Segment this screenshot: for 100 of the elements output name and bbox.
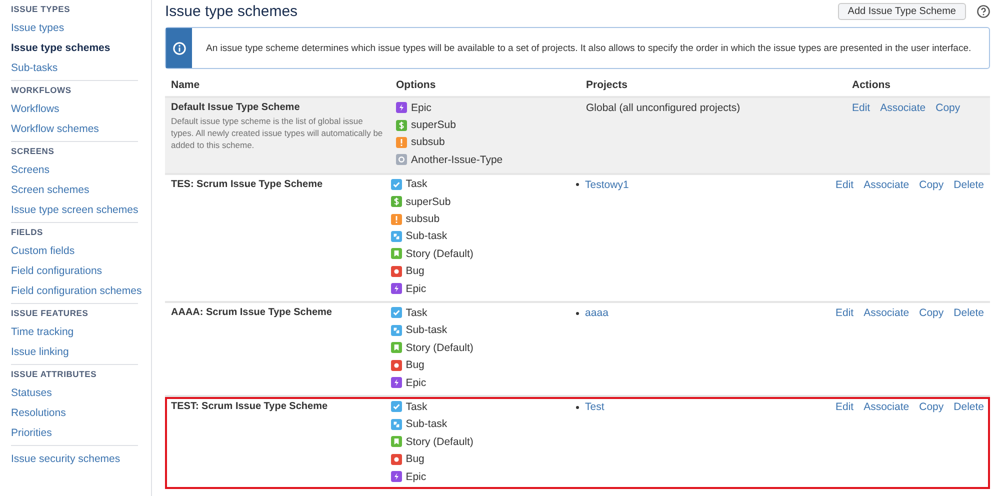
sidebar-link[interactable]: Resolutions	[11, 403, 138, 423]
action-link[interactable]: Associate	[864, 401, 910, 414]
sidebar-link[interactable]: Screen schemes	[11, 180, 138, 200]
sidebar-link[interactable]: Issue security schemes	[11, 449, 138, 469]
sidebar-link[interactable]: Sub-tasks	[11, 58, 138, 78]
issue-type-label: Sub-task	[406, 230, 448, 242]
scheme-name: TEST: Scrum Issue Type Scheme	[171, 401, 329, 412]
bookmark-icon	[390, 248, 402, 260]
issue-type-label: Task	[406, 178, 428, 190]
issue-type-label: Story (Default)	[406, 436, 474, 448]
issue-type-label: superSub	[406, 196, 451, 208]
sidebar-link[interactable]: Issue type schemes	[11, 38, 138, 58]
action-link[interactable]: Copy	[919, 178, 944, 191]
section-heading: WORKFLOWS	[11, 84, 72, 97]
issue-type-label: Bug	[406, 265, 424, 278]
issue-type-label: subsub	[411, 136, 445, 148]
section-heading: ISSUE ATTRIBUTES	[11, 368, 98, 381]
action-link[interactable]: Copy	[919, 307, 944, 320]
checkmark-icon	[390, 178, 402, 190]
sidebar-link[interactable]: Issue linking	[11, 342, 138, 362]
sidebar-link[interactable]: Workflow schemes	[11, 119, 138, 139]
lightning-icon	[396, 102, 407, 114]
project-link[interactable]: aaaa	[585, 307, 608, 320]
bullet-icon	[576, 183, 580, 186]
sidebar-link[interactable]: Issue types	[11, 18, 138, 38]
checkmark-icon	[390, 307, 402, 318]
scheme-name: AAAA: Scrum Issue Type Scheme	[171, 307, 333, 318]
section-heading: FIELDS	[11, 226, 44, 239]
bookmark-icon	[390, 436, 402, 448]
issue-type-label: subsub	[406, 213, 440, 226]
action-link[interactable]: Edit	[836, 307, 854, 320]
sidebar-link[interactable]: Statuses	[11, 383, 138, 403]
action-link[interactable]: Associate	[880, 102, 926, 114]
scheme-description: Default issue type scheme is the list of global issue types. All newly created issue types will automatically be added to this scheme.	[171, 115, 384, 151]
issue-type-label: Epic	[406, 470, 426, 482]
sidebar-link[interactable]: Priorities	[11, 423, 138, 443]
issue-type-label: Epic	[411, 102, 432, 114]
issue-type-label: Task	[406, 400, 428, 413]
action-link[interactable]: Copy	[936, 102, 960, 114]
circle-icon	[396, 154, 407, 166]
issue-type-label: Story (Default)	[406, 248, 474, 260]
bullet-icon	[576, 312, 580, 315]
sidebar-link[interactable]: Issue type screen schemes	[11, 200, 138, 220]
action-link[interactable]: Associate	[864, 307, 910, 320]
issue-type-label: Sub-task	[406, 418, 448, 430]
issue-type-label: Bug	[406, 453, 424, 466]
sidebar-link[interactable]: Screens	[11, 160, 138, 180]
action-link[interactable]: Edit	[852, 102, 870, 114]
sidebar-link[interactable]: Time tracking	[11, 322, 138, 342]
dollar-icon	[390, 196, 402, 208]
column-header: Actions	[852, 79, 892, 91]
project-link[interactable]: Testowy1	[585, 178, 629, 191]
sidebar-link[interactable]: Field configurations	[11, 261, 138, 281]
column-header: Projects	[586, 79, 628, 91]
issue-type-label: Bug	[406, 359, 424, 372]
exclamation-icon	[390, 214, 402, 225]
action-link[interactable]: Edit	[836, 178, 854, 191]
scheme-name: Default Issue Type Scheme	[171, 102, 301, 113]
issue-type-label: Another-Issue-Type	[411, 154, 503, 166]
action-link[interactable]: Delete	[954, 307, 984, 320]
action-link[interactable]: Copy	[919, 401, 944, 414]
scheme-name: TES: Scrum Issue Type Scheme	[171, 178, 324, 190]
section-heading: ISSUE TYPES	[11, 3, 72, 16]
dollar-icon	[396, 120, 407, 131]
section-heading: ISSUE FEATURES	[11, 307, 90, 320]
bullet-icon	[576, 406, 580, 409]
subtask-icon	[390, 230, 402, 242]
action-link[interactable]: Edit	[836, 401, 854, 414]
projects-text: Global (all unconfigured projects)	[586, 102, 742, 114]
subtask-icon	[390, 418, 402, 430]
action-link[interactable]: Associate	[864, 178, 910, 191]
column-header: Options	[396, 79, 437, 91]
bug-icon	[390, 360, 402, 371]
page-title: Issue type schemes	[165, 2, 298, 20]
help-icon[interactable]	[977, 4, 990, 18]
subtask-icon	[390, 324, 402, 336]
action-link[interactable]: Delete	[954, 178, 984, 191]
sidebar-link[interactable]: Custom fields	[11, 241, 138, 261]
section-heading: SCREENS	[11, 145, 56, 158]
checkmark-icon	[390, 401, 402, 412]
sidebar-link[interactable]: Workflows	[11, 99, 138, 119]
bug-icon	[390, 454, 402, 465]
issue-type-label: Epic	[406, 376, 426, 389]
lightning-icon	[390, 283, 402, 294]
info-icon	[172, 42, 186, 54]
info-text: An issue type scheme determines which issue types will be available to a set of projects. It also allows to specify the order in which the issue types are presented in the user interface.	[205, 42, 972, 54]
lightning-icon	[390, 377, 402, 388]
bug-icon	[390, 266, 402, 277]
issue-type-label: Epic	[406, 282, 426, 295]
issue-type-label: Sub-task	[406, 324, 448, 336]
project-link[interactable]: Test	[585, 401, 604, 414]
issue-type-label: Task	[406, 306, 428, 319]
issue-type-label: superSub	[411, 119, 456, 132]
action-link[interactable]: Delete	[954, 401, 984, 414]
bookmark-icon	[390, 342, 402, 354]
exclamation-icon	[396, 136, 407, 148]
lightning-icon	[390, 471, 402, 482]
add-scheme-button[interactable]: Add Issue Type Scheme	[838, 2, 966, 20]
column-header: Name	[171, 79, 201, 91]
issue-type-label: Story (Default)	[406, 342, 474, 354]
